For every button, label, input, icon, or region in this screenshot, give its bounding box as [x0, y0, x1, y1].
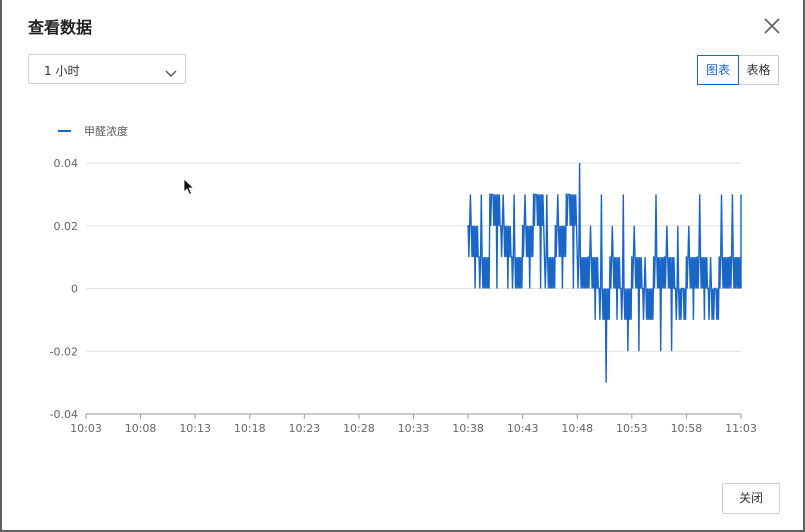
data-point [489, 193, 491, 196]
x-tick-label: 10:28 [343, 422, 375, 435]
y-tick-label: 0.02 [54, 220, 79, 233]
data-point [565, 193, 568, 196]
data-point [718, 256, 721, 259]
data-point [587, 256, 590, 259]
y-tick-label: 0 [71, 283, 78, 296]
x-tick-label: 10:13 [179, 422, 211, 435]
data-point [740, 256, 742, 259]
data-point [696, 256, 699, 259]
x-tick-label: 10:18 [234, 422, 266, 435]
x-tick-label: 11:03 [725, 422, 757, 435]
data-point [499, 224, 502, 227]
x-tick-label: 10:38 [452, 422, 484, 435]
legend-label: 甲醛浓度 [84, 124, 128, 138]
view-data-dialog: 查看数据 1 小时 图表 表格 0.04 0.02 0 -0.02 -0.04 10:03… [2, 0, 803, 530]
data-point [729, 256, 731, 259]
x-tick-label: 10:43 [507, 422, 539, 435]
x-tick-label: 10:23 [288, 422, 320, 435]
close-button[interactable]: 关闭 [722, 483, 780, 514]
formaldehyde-line-chart: 0.04 0.02 0 -0.02 -0.0410:03 10:08 10:13 10:18 1… [50, 124, 757, 435]
x-tick-label: 10:03 [70, 422, 102, 435]
data-point [609, 256, 611, 259]
mouse-cursor-icon [183, 178, 195, 200]
data-point [576, 256, 579, 259]
data-point [663, 256, 666, 259]
series-formaldehyde [467, 162, 742, 383]
data-point [685, 256, 688, 259]
data-point [543, 256, 546, 259]
data-point [641, 287, 644, 290]
y-tick-label: 0.04 [54, 157, 79, 170]
data-point [510, 256, 513, 259]
x-tick-label: 10:48 [561, 422, 593, 435]
x-tick-label: 10:08 [125, 422, 157, 435]
x-tick-label: 10:58 [671, 422, 703, 435]
data-point [554, 224, 557, 227]
data-point [532, 193, 535, 196]
x-tick-label: 10:33 [398, 422, 430, 435]
data-point [707, 287, 710, 290]
data-point [478, 256, 480, 259]
y-tick-label: -0.02 [50, 345, 78, 358]
tab-chart[interactable]: 图表 [697, 55, 739, 85]
data-point [598, 287, 600, 290]
data-point [521, 224, 524, 227]
data-point [630, 256, 633, 259]
data-point [467, 224, 469, 227]
data-point [620, 287, 622, 290]
x-tick-label: 10:53 [616, 422, 648, 435]
data-point [652, 256, 655, 259]
y-tick-label: -0.04 [50, 408, 78, 421]
series-line [467, 162, 742, 383]
data-point [674, 287, 677, 290]
